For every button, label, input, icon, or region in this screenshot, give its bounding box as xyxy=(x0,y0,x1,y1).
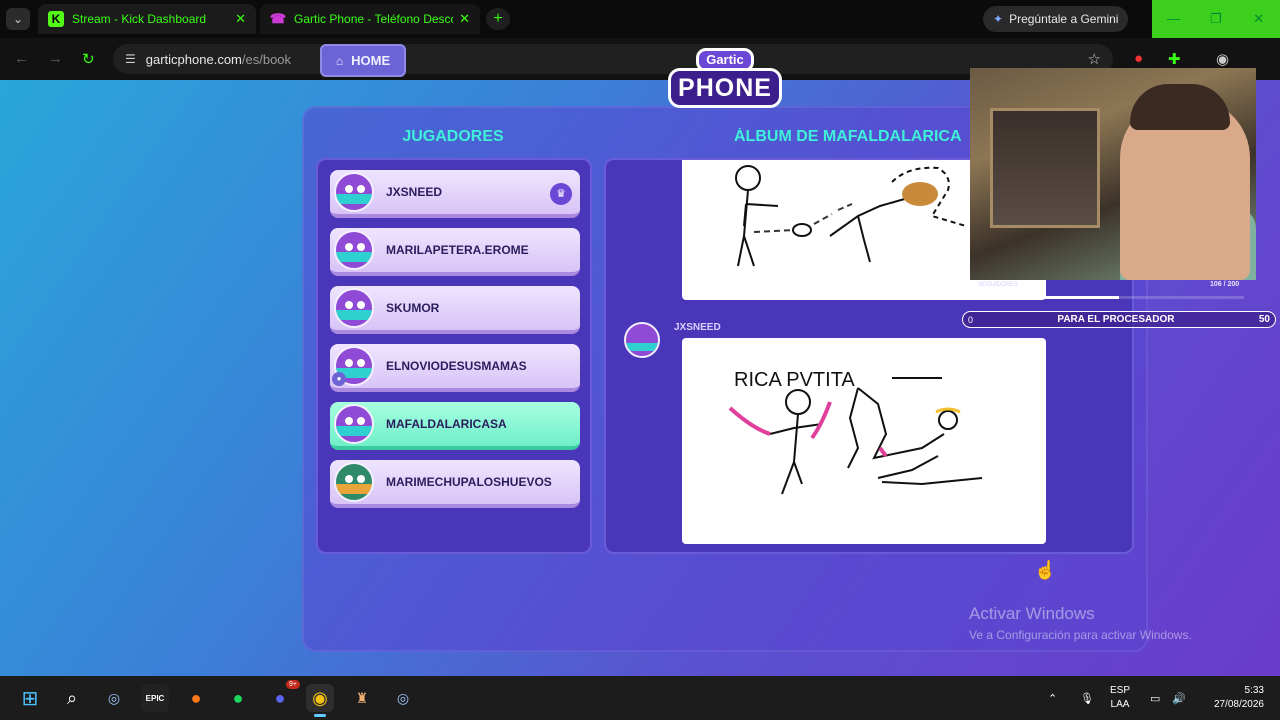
player-item[interactable]: MARIMECHUPALOSHUEVOS xyxy=(330,460,580,508)
clock-time: 5:33 xyxy=(1244,685,1264,696)
logo-bottom-text: PHONE xyxy=(668,68,782,108)
player-name: SKUMOR xyxy=(386,301,440,315)
player-name: JXSNEED xyxy=(386,185,443,199)
player-avatar xyxy=(334,230,374,270)
discord-badge: 9+ xyxy=(286,680,300,689)
subs-goal-count: 106 / 200 xyxy=(1210,281,1240,288)
subs-progress-bar xyxy=(978,296,1244,299)
reload-icon[interactable]: ↻ xyxy=(82,50,95,68)
watermark-subtitle: Ve a Configuración para activar Windows. xyxy=(969,628,1192,642)
profile-icon[interactable]: ◉ xyxy=(1216,50,1229,68)
player-name: MAFALDALARICASA xyxy=(386,417,507,431)
bookmark-star-icon[interactable]: ☆ xyxy=(1088,50,1101,68)
spotify-icon[interactable]: ● xyxy=(224,684,252,712)
forward-arrow-icon[interactable]: → xyxy=(48,50,63,67)
drawing-text: RICA PVTITA xyxy=(734,369,855,391)
windows-activation-watermark: Activar Windows Ve a Configuración para … xyxy=(969,604,1192,642)
new-tab-button[interactable]: + xyxy=(486,8,510,30)
player-avatar xyxy=(334,462,374,502)
lang-top: ESP xyxy=(1110,685,1131,696)
mouse-pointer-icon: ☝ xyxy=(1034,560,1057,580)
firefox-icon[interactable]: ● xyxy=(182,684,210,712)
discord-icon[interactable]: ● 9+ xyxy=(266,680,300,712)
player-item[interactable]: SKUMOR xyxy=(330,286,580,334)
close-tab-icon[interactable]: ✕ xyxy=(459,11,470,27)
home-button[interactable]: ⌂ HOME xyxy=(320,44,406,77)
user-badge-icon: ● xyxy=(332,372,346,386)
players-list: JXSNEED ♛ MARILAPETERA.EROME SKUMOR ● EL… xyxy=(316,158,592,554)
network-icon[interactable]: ▭ xyxy=(1150,676,1160,720)
player-name: MARILAPETERA.EROME xyxy=(386,243,529,257)
player-item[interactable]: MARILAPETERA.EROME xyxy=(330,228,580,276)
extension-record-icon[interactable]: ● xyxy=(1134,50,1143,67)
volume-icon[interactable]: 🔊 xyxy=(1172,676,1186,720)
steam-icon[interactable]: ◎ xyxy=(389,684,417,712)
tab-kick-dashboard[interactable]: K Stream - Kick Dashboard ✕ xyxy=(38,4,256,34)
window-controls: — ❐ ✕ xyxy=(1152,0,1280,38)
entry-author-name: JXSNEED xyxy=(674,322,721,333)
minimize-icon[interactable]: — xyxy=(1152,0,1195,38)
player-avatar xyxy=(334,404,374,444)
steam-icon[interactable]: ◎ xyxy=(100,684,128,712)
subs-progress-fill xyxy=(978,296,1119,299)
tab-bar: ⌄ K Stream - Kick Dashboard ✕ ☎ Gartic P… xyxy=(0,0,1280,38)
app-icon[interactable]: ♜ xyxy=(348,684,376,712)
clock-date: 27/08/2026 xyxy=(1213,699,1264,710)
goal-end: 50 xyxy=(1258,314,1270,325)
player-name: MARIMECHUPALOSHUEVOS xyxy=(386,475,552,489)
entry-author-avatar xyxy=(624,322,660,358)
webcam-feed xyxy=(970,68,1256,280)
lang-bottom: LAA xyxy=(1110,699,1130,710)
gemini-button[interactable]: ✦ Pregúntale a Gemini xyxy=(983,6,1129,32)
gemini-sparkle-icon: ✦ xyxy=(993,12,1004,26)
home-label: HOME xyxy=(351,53,391,68)
watermark-title: Activar Windows xyxy=(969,604,1095,623)
tab-search-chevron-icon[interactable]: ⌄ xyxy=(6,8,30,30)
chrome-icon[interactable]: ◉ xyxy=(306,684,334,717)
players-heading: JUGADORES xyxy=(402,128,504,145)
url-host: garticphone.com xyxy=(145,51,242,67)
close-window-icon[interactable]: ✕ xyxy=(1237,0,1280,38)
goal-start: 0 xyxy=(968,314,974,325)
gartic-phone-icon: ☎ xyxy=(269,11,287,26)
windows-start-icon[interactable]: ⊞ xyxy=(16,684,44,712)
webcam-background-shelf xyxy=(990,108,1100,228)
kick-logo-icon: K xyxy=(48,11,64,27)
player-name: ELNOVIODESUSMAMAS xyxy=(386,359,527,373)
player-avatar xyxy=(334,288,374,328)
system-clock[interactable]: 5:33 27/08/2026 xyxy=(1200,684,1264,712)
url-path: /es/book xyxy=(241,51,292,67)
microphone-icon[interactable]: 🎙 xyxy=(1080,676,1094,720)
subs-goal-label: SEGUIDORES xyxy=(978,282,1019,288)
webcam-hair xyxy=(1130,84,1230,130)
extensions-puzzle-icon[interactable]: ✚ xyxy=(1168,50,1181,68)
home-icon: ⌂ xyxy=(335,53,344,68)
crown-icon: ♛ xyxy=(550,183,572,205)
goal-label: PARA EL PROCESADOR xyxy=(1057,314,1175,325)
close-tab-icon[interactable]: ✕ xyxy=(235,11,246,27)
player-item[interactable]: JXSNEED ♛ xyxy=(330,170,580,218)
tray-overflow-chevron-icon[interactable]: ⌃ xyxy=(1048,676,1057,720)
player-item[interactable]: ● ELNOVIODESUSMAMAS xyxy=(330,344,580,392)
drawing-canvas: RICA PVTITA xyxy=(728,369,983,495)
tab-title: Stream - Kick Dashboard xyxy=(72,12,207,26)
drawing-card: RICA PVTITA xyxy=(682,338,1046,544)
gemini-label: Pregúntale a Gemini xyxy=(1009,12,1119,26)
album-heading: ÁLBUM DE MAFALDALARICA xyxy=(734,128,962,145)
player-avatar xyxy=(334,172,374,212)
url-input[interactable]: ☰ garticphone.com /es/book ☆ xyxy=(113,44,1113,74)
tab-gartic-phone[interactable]: ☎ Gartic Phone - Teléfono Descon ✕ xyxy=(260,4,480,34)
site-settings-icon[interactable]: ☰ xyxy=(125,52,136,66)
restore-icon[interactable]: ❐ xyxy=(1195,0,1238,38)
gartic-phone-logo: Gartic PHONE xyxy=(668,44,782,114)
back-arrow-icon[interactable]: ← xyxy=(14,50,29,67)
tab-title: Gartic Phone - Teléfono Descon xyxy=(294,12,454,26)
language-indicator[interactable]: ESP LAA xyxy=(1110,684,1130,712)
search-icon[interactable]: ⌕ xyxy=(58,684,86,712)
epic-games-icon[interactable]: EPIC xyxy=(141,684,169,712)
player-item-active[interactable]: MAFALDALARICASA xyxy=(330,402,580,450)
donation-goal-bar: 0 PARA EL PROCESADOR 50 xyxy=(962,311,1276,328)
windows-taskbar: ⊞ ⌕ ◎ EPIC ● ● ● 9+ ◉ ♜ ◎ ⌃ 🎙 ESP LAA ▭ 🔊… xyxy=(0,676,1280,720)
